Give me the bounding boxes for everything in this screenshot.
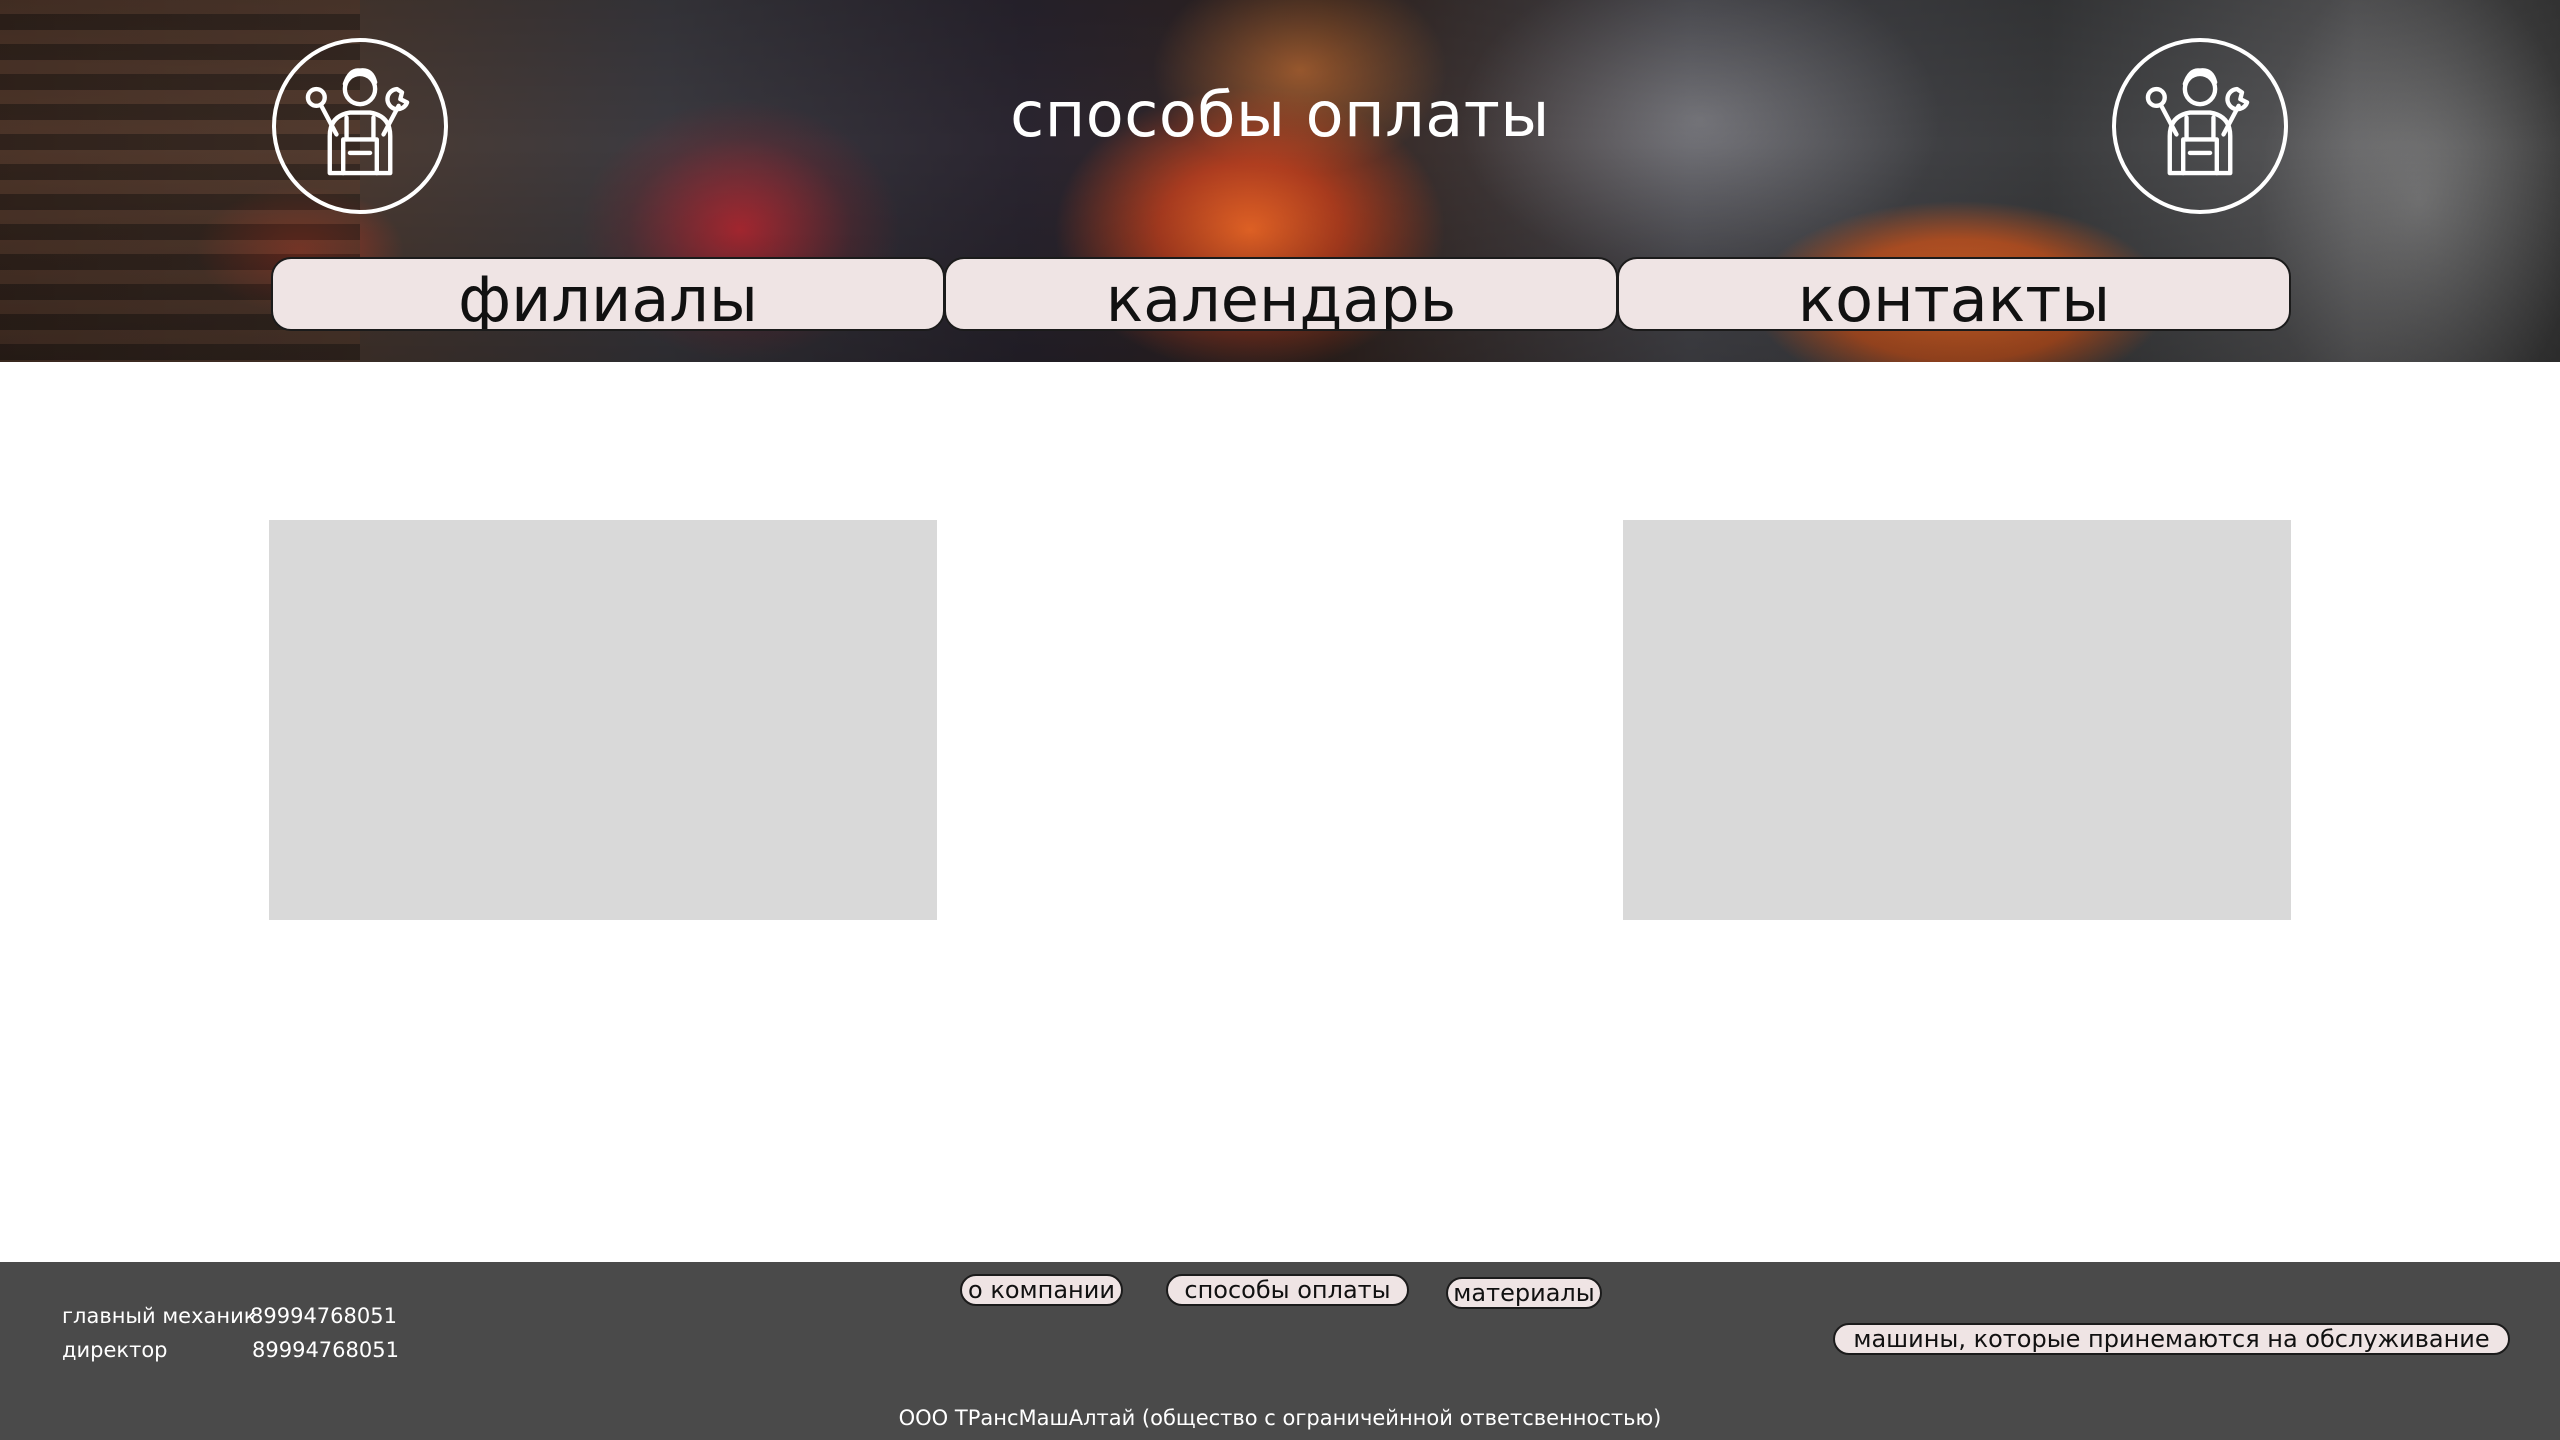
contact-phone: 89994768051	[250, 1304, 397, 1328]
nav-branches-label: филиалы	[458, 263, 758, 331]
image-placeholder-left	[269, 520, 937, 920]
nav-calendar-label: календарь	[1105, 263, 1457, 331]
footer-link-materials[interactable]: материалы	[1446, 1277, 1602, 1309]
contact-director: директор 89994768051	[62, 1338, 399, 1362]
nav-branches-button[interactable]: филиалы	[271, 257, 945, 331]
contact-phone: 89994768051	[252, 1338, 399, 1362]
image-placeholder-right	[1623, 520, 2291, 920]
mechanic-icon[interactable]	[2112, 38, 2288, 214]
contact-role: главный механик	[62, 1304, 257, 1328]
nav-contacts-label: контакты	[1797, 263, 2111, 331]
contact-chief-mechanic: главный механик 89994768051	[62, 1304, 397, 1328]
footer-link-payment[interactable]: способы оплаты	[1166, 1274, 1409, 1306]
nav-calendar-button[interactable]: календарь	[944, 257, 1618, 331]
contact-role: директор	[62, 1338, 168, 1362]
footer-link-about[interactable]: о компании	[960, 1274, 1123, 1306]
nav-contacts-button[interactable]: контакты	[1617, 257, 2291, 331]
hero-banner: способы оплаты филиалы календарь контакт…	[0, 0, 2560, 362]
company-legal-name: ООО ТРансМашАлтай (общество с ограничейн…	[898, 1406, 1662, 1430]
page: способы оплаты филиалы календарь контакт…	[0, 0, 2560, 1440]
footer-link-serviced-cars[interactable]: машины, которые принемаются на обслужива…	[1833, 1323, 2510, 1355]
